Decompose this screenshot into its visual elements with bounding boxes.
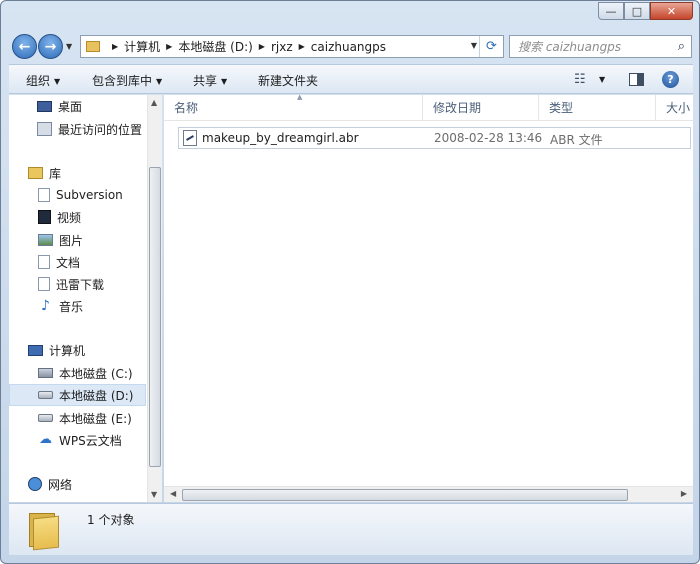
chevron-down-icon: ▼ [156,77,163,86]
sidebar-item-label: 计算机 [49,343,86,358]
file-row[interactable]: makeup_by_dreamgirl.abr 2008-02-28 13:46… [178,127,691,149]
scroll-up-icon[interactable]: ▲ [151,98,157,107]
sidebar-item-label: 迅雷下载 [56,277,105,292]
view-dropdown-icon[interactable]: ▼ [599,75,605,84]
preview-pane-icon[interactable] [629,73,644,86]
sidebar-item-label: 音乐 [59,299,84,314]
sidebar-item-drive-d[interactable]: 本地磁盘 (D:) [9,384,146,406]
document-icon [38,188,50,202]
scrollbar-thumb[interactable] [182,489,628,501]
breadcrumb-separator-icon[interactable]: ▶ [112,42,118,51]
sidebar-item-label: 本地磁盘 (E:) [59,411,132,426]
sidebar-item-label: 最近访问的位置 [58,122,143,137]
scroll-right-icon[interactable]: ▶ [681,489,687,498]
network-icon [28,477,42,491]
breadcrumb-separator-icon[interactable]: ▶ [299,42,305,51]
include-in-library-label: 包含到库中 [92,74,153,88]
share-label: 共享 [193,74,218,88]
picture-icon [38,234,53,246]
item-count: 1 个对象 [87,513,135,527]
nav-pane-scrollbar[interactable]: ▲ ▼ [147,95,162,502]
computer-icon [28,344,43,356]
search-icon[interactable]: ⌕ [678,39,685,54]
recent-places-icon [37,122,52,136]
scroll-left-icon[interactable]: ◀ [170,489,176,498]
cloud-icon: ☁ [39,432,52,447]
sidebar-item-label: 桌面 [58,99,83,114]
navigation-bar: ← → ▼ ▶ 计算机 ▶ 本地磁盘 (D:) ▶ rjxz ▶ caizhua… [9,32,693,60]
sidebar-item-label: WPS云文档 [59,433,122,448]
column-header-date-modified[interactable]: 修改日期 [423,95,539,121]
sidebar-item-libraries[interactable]: 库 [28,162,165,184]
sidebar-item-label: 本地磁盘 (D:) [59,388,134,403]
column-header-type[interactable]: 类型 [539,95,656,121]
scrollbar-thumb[interactable] [149,167,161,467]
breadcrumb-drive-d[interactable]: 本地磁盘 (D:) [178,38,252,55]
file-list-horizontal-scrollbar[interactable]: ◀ ▶ [164,486,693,502]
refresh-icon[interactable]: ⟳ [479,36,503,57]
explorer-window: — □ ✕ ← → ▼ ▶ 计算机 ▶ 本地磁盘 (D:) ▶ rjxz ▶ c… [0,0,700,564]
scroll-down-icon[interactable]: ▼ [151,490,157,499]
include-in-library-button[interactable]: 包含到库中 ▼ [92,72,162,89]
caption-buttons: — □ ✕ [598,2,693,20]
details-pane: 1 个对象 [9,503,693,555]
breadcrumb-separator-icon[interactable]: ▶ [166,42,172,51]
column-header-row: ▲ 名称 修改日期 类型 大小 [164,93,693,121]
file-type: ABR 文件 [550,133,603,147]
file-name[interactable]: makeup_by_dreamgirl.abr [202,131,359,145]
sidebar-item-label: 库 [49,166,62,181]
video-icon [38,210,51,224]
close-button[interactable]: ✕ [650,2,693,20]
organize-button[interactable]: 组织 ▼ [26,72,60,89]
address-dropdown-icon[interactable]: ▼ [471,41,477,50]
folder-icon [86,41,100,52]
command-bar: 组织 ▼ 包含到库中 ▼ 共享 ▼ 新建文件夹 ☷ ▼ ? [9,64,693,94]
column-header-name[interactable]: 名称 [164,95,423,121]
recent-pages-dropdown-icon[interactable]: ▼ [66,42,72,51]
abr-file-icon [183,130,197,146]
sidebar-item-computer[interactable]: 计算机 [28,339,165,361]
organize-label: 组织 [26,74,51,88]
view-options-icon[interactable]: ☷ [574,72,586,87]
document-icon [38,255,50,269]
folder-icon [29,511,63,551]
breadcrumb-rjxz[interactable]: rjxz [271,40,293,54]
chevron-down-icon: ▼ [221,77,228,86]
desktop-icon [37,100,52,112]
download-icon [38,277,50,291]
search-box: ⌕ [509,35,692,58]
sidebar-item-label: 文档 [56,255,81,270]
chevron-down-icon: ▼ [54,77,61,86]
sidebar-item-label: 视频 [57,210,82,225]
new-folder-button[interactable]: 新建文件夹 [258,72,318,89]
sidebar-item-label: 网络 [48,477,73,492]
breadcrumb-computer[interactable]: 计算机 [124,38,160,55]
breadcrumb-caizhuangps[interactable]: caizhuangps [311,40,386,54]
library-icon [28,167,43,179]
file-modified: 2008-02-28 13:46 [434,131,543,145]
sidebar-item-label: Subversion [56,188,123,202]
sidebar-item-network[interactable]: 网络 [28,473,165,495]
forward-button[interactable]: → [38,34,63,59]
system-drive-icon [38,368,53,378]
column-header-size[interactable]: 大小 [656,95,693,121]
file-list-pane: ▲ 名称 修改日期 类型 大小 makeup_by_dreamgirl.abr … [164,93,693,502]
search-input[interactable] [518,39,668,54]
navigation-pane: 桌面 最近访问的位置 库 Subversion 视频 图片 文档 迅雷下载 ♪ 音… [9,95,162,502]
back-button[interactable]: ← [12,34,37,59]
address-bar[interactable]: ▶ 计算机 ▶ 本地磁盘 (D:) ▶ rjxz ▶ caizhuangps ▼… [80,35,504,58]
help-icon[interactable]: ? [662,71,679,88]
music-icon: ♪ [41,298,50,314]
minimize-button[interactable]: — [598,2,624,20]
share-button[interactable]: 共享 ▼ [193,72,227,89]
maximize-button[interactable]: □ [624,2,650,20]
sidebar-item-label: 图片 [59,233,84,248]
breadcrumb-separator-icon[interactable]: ▶ [259,42,265,51]
sidebar-item-label: 本地磁盘 (C:) [59,366,133,381]
drive-icon [38,391,53,399]
drive-icon [38,414,53,422]
